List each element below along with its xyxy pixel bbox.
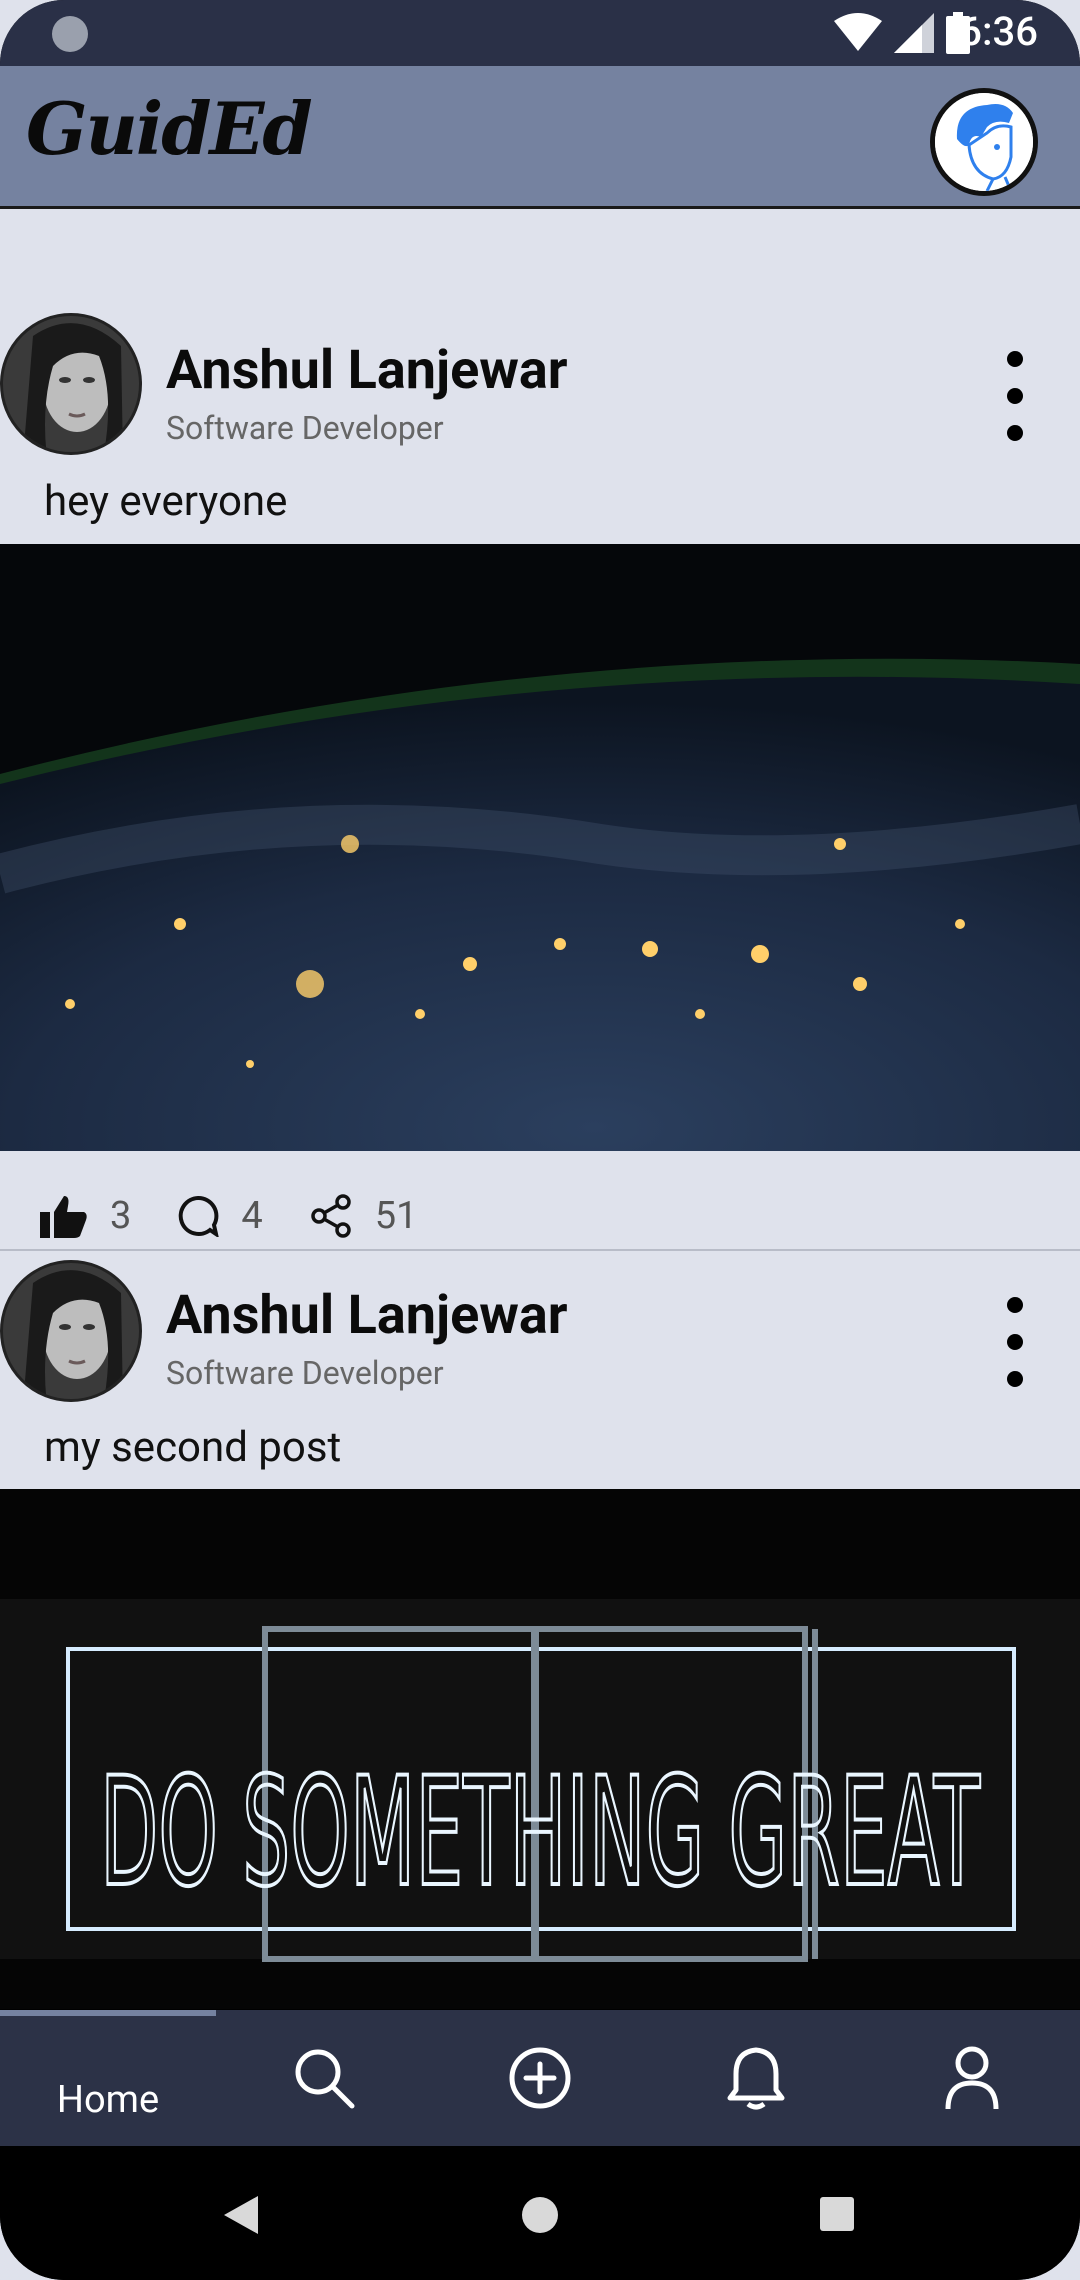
post-text: hey everyone bbox=[44, 477, 288, 526]
comment-count: 4 bbox=[241, 1194, 263, 1238]
nav-search[interactable] bbox=[216, 2010, 432, 2146]
back-icon[interactable] bbox=[224, 2196, 258, 2234]
author-name[interactable]: Anshul Lanjewar bbox=[166, 339, 568, 402]
status-bar: 6:36 bbox=[0, 0, 1080, 66]
add-circle-icon bbox=[509, 2047, 571, 2109]
wifi-icon bbox=[834, 13, 882, 51]
author-photo-icon bbox=[3, 316, 139, 452]
author-subtitle: Software Developer bbox=[166, 409, 444, 447]
more-vert-icon bbox=[1007, 1297, 1023, 1313]
nav-home[interactable]: Home bbox=[0, 2010, 216, 2146]
like-count: 3 bbox=[110, 1194, 132, 1238]
author-subtitle: Software Developer bbox=[166, 1354, 444, 1392]
bottom-navigation: Home bbox=[0, 2010, 1080, 2146]
status-time: 6:36 bbox=[959, 8, 1038, 55]
user-avatar-illustration-icon bbox=[935, 93, 1033, 191]
profile-avatar-button[interactable] bbox=[930, 88, 1038, 196]
author-avatar[interactable] bbox=[0, 313, 142, 455]
post-options-button[interactable] bbox=[1000, 1297, 1030, 1387]
home-circle-icon[interactable] bbox=[520, 2195, 560, 2235]
sync-status-icon bbox=[52, 16, 88, 52]
bell-icon bbox=[727, 2047, 785, 2110]
app-bar: GuidEd bbox=[0, 66, 1080, 209]
app-logo: GuidEd bbox=[26, 86, 313, 171]
comment-icon[interactable] bbox=[177, 1195, 220, 1237]
post-options-button[interactable] bbox=[1000, 351, 1030, 441]
post-card: Anshul Lanjewar Software Developer hey e… bbox=[0, 209, 1080, 1251]
nav-profile[interactable] bbox=[864, 2010, 1080, 2146]
nav-notifications[interactable] bbox=[648, 2010, 864, 2146]
person-icon bbox=[945, 2046, 999, 2110]
cellular-signal-icon bbox=[894, 13, 934, 53]
nav-home-label: Home bbox=[56, 2078, 160, 2122]
post-actions: 3 4 51 bbox=[40, 1194, 463, 1238]
author-avatar[interactable] bbox=[0, 1260, 142, 1402]
neon-sign-image: DO SOMETHING GREAT bbox=[0, 1489, 1080, 2009]
post-image[interactable]: DO SOMETHING GREAT bbox=[0, 1489, 1080, 2009]
earth-night-image bbox=[0, 544, 1080, 1151]
author-photo-icon bbox=[3, 1263, 139, 1399]
share-icon[interactable] bbox=[309, 1194, 353, 1238]
system-navigation-bar bbox=[0, 2146, 1080, 2280]
post-text: my second post bbox=[44, 1423, 342, 1472]
phone-screen: 6:36 GuidEd Anshul Lanjewar Software Dev… bbox=[0, 0, 1080, 2280]
author-name[interactable]: Anshul Lanjewar bbox=[166, 1284, 568, 1347]
neon-sign-text: DO SOMETHING GREAT bbox=[100, 1746, 981, 1920]
more-vert-icon bbox=[1007, 351, 1023, 367]
post-image[interactable] bbox=[0, 544, 1080, 1151]
status-icons bbox=[834, 12, 970, 54]
nav-create-post[interactable] bbox=[432, 2010, 648, 2146]
share-count: 51 bbox=[374, 1194, 418, 1238]
search-icon bbox=[295, 2049, 355, 2109]
feed[interactable]: Anshul Lanjewar Software Developer hey e… bbox=[0, 209, 1080, 2009]
post-card: Anshul Lanjewar Software Developer my se… bbox=[0, 1251, 1080, 2009]
recents-square-icon[interactable] bbox=[820, 2197, 854, 2231]
like-icon[interactable] bbox=[40, 1194, 88, 1238]
